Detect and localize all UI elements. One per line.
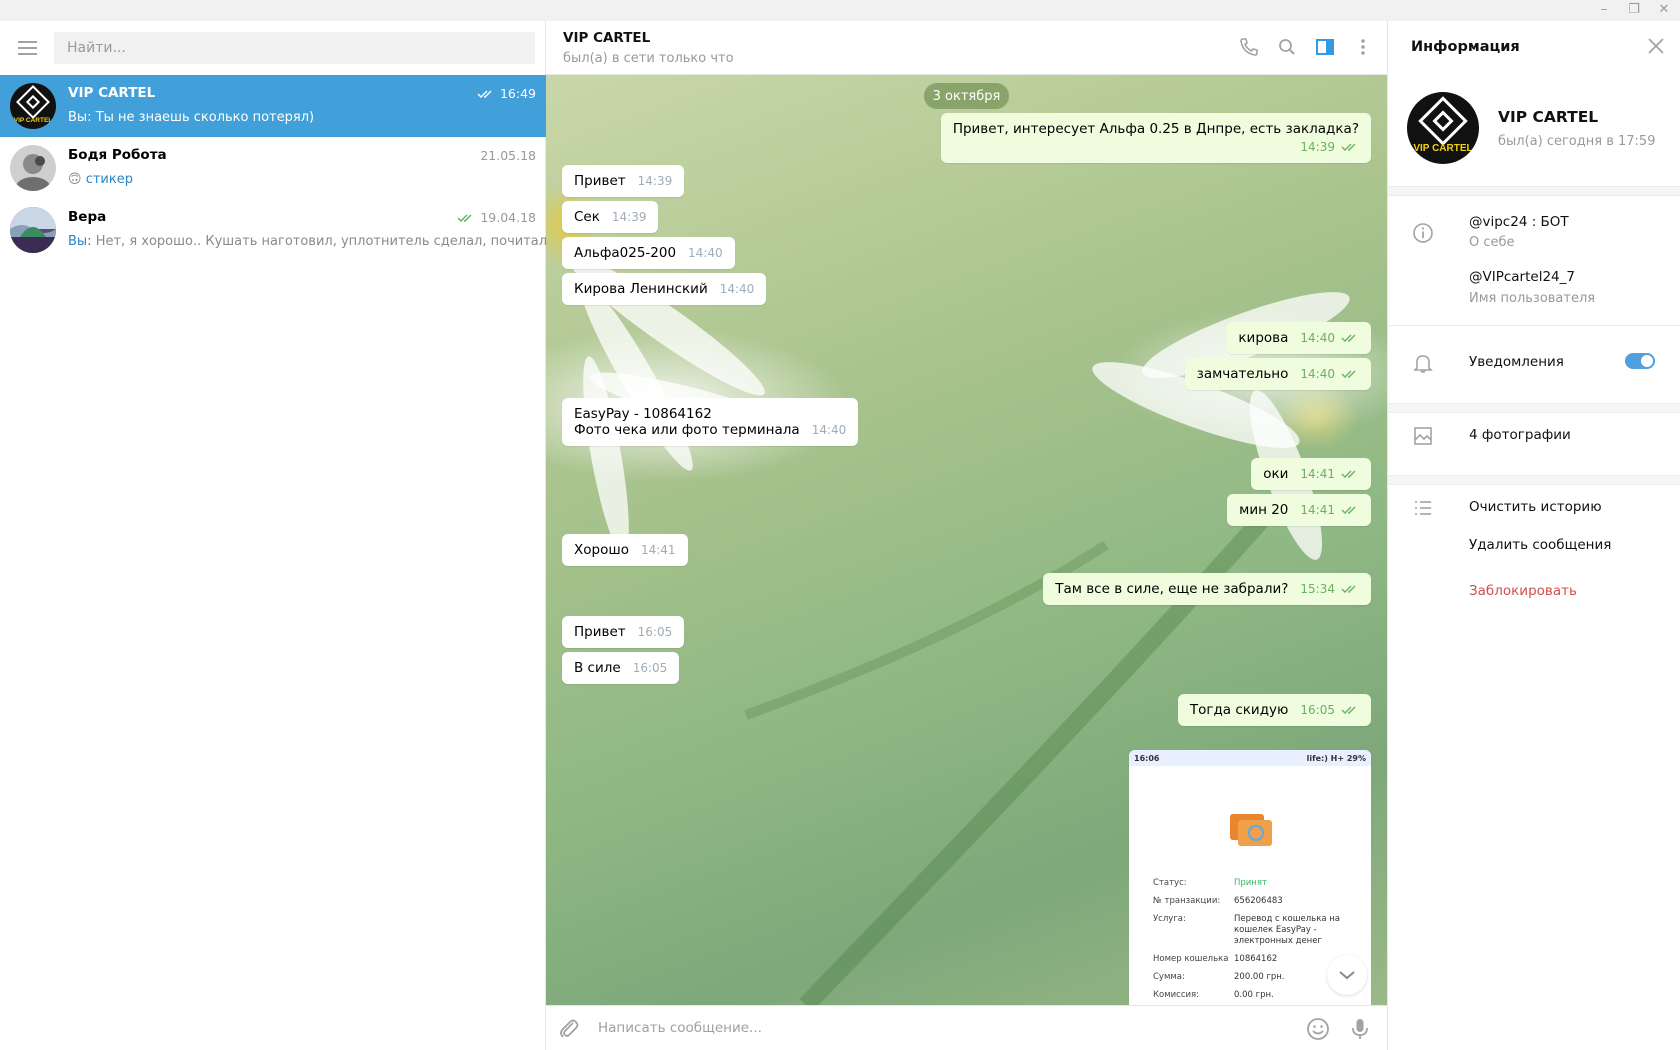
dialog-time: 21.05.18 [480, 148, 536, 163]
list-icon [1415, 501, 1431, 515]
search-input[interactable] [54, 32, 535, 64]
info-panel: Информация VIP CARTEL VIP CARTEL был(а) … [1387, 21, 1680, 1050]
notifications-label: Уведомления [1469, 354, 1564, 370]
message-incoming[interactable]: Привет 16:05 [562, 616, 685, 648]
username-hint: Имя пользователя [1469, 291, 1596, 306]
dialog-item-vip-cartel[interactable]: VIP CARTEL VIP CARTEL 16:49 Вы: Ты не зн… [0, 75, 546, 137]
search-icon[interactable] [1275, 35, 1299, 59]
dialog-name: Бодя Робота [68, 147, 167, 163]
notifications-toggle[interactable] [1625, 353, 1655, 369]
hamburger-menu-icon[interactable] [0, 21, 54, 75]
image-icon [1414, 427, 1432, 445]
compose-bar [546, 1005, 1387, 1050]
delete-messages-button[interactable]: Удалить сообщения [1469, 537, 1611, 553]
chat-status: был(а) в сети только что [563, 51, 734, 66]
phone-icon[interactable] [1237, 35, 1261, 59]
avatar [10, 145, 56, 191]
photos-link[interactable]: 4 фотографии [1469, 427, 1571, 443]
double-check-icon [1341, 370, 1356, 378]
message-incoming[interactable]: Кирова Ленинский 14:40 [562, 273, 767, 305]
message-outgoing[interactable]: оки 14:41 [1251, 458, 1371, 490]
message-outgoing[interactable]: замчательно 14:40 [1184, 358, 1371, 390]
message-incoming[interactable]: Хорошо 14:41 [562, 534, 688, 566]
double-check-icon [1341, 506, 1356, 514]
dialog-last-message: Вы: Ты не знаешь сколько потерял) [68, 110, 315, 125]
double-check-icon [477, 90, 492, 98]
chat-messages[interactable]: 3 октября Привет, интересует Альфа 0.25 … [546, 75, 1387, 1005]
dialog-last-message: 🙃 стикер [68, 172, 133, 187]
avatar[interactable]: VIP CARTEL [1407, 92, 1479, 164]
scroll-down-button[interactable] [1327, 955, 1367, 995]
dialog-name: Вера [68, 209, 107, 225]
message-outgoing[interactable]: мин 20 14:41 [1227, 494, 1371, 526]
minimize-icon[interactable]: – [1596, 2, 1612, 18]
dialogs-sidebar: VIP CARTEL VIP CARTEL 16:49 Вы: Ты не зн… [0, 21, 548, 1050]
bio-hint: О себе [1469, 235, 1515, 250]
svg-text:VIP CARTEL: VIP CARTEL [14, 117, 53, 124]
avatar: VIP CARTEL [10, 83, 56, 129]
bio-text: @vipc24 : БОТ [1469, 214, 1569, 230]
sidebar-toggle-icon[interactable] [1313, 35, 1337, 59]
chat-header: VIP CARTEL был(а) в сети только что [546, 21, 1387, 75]
message-incoming[interactable]: EasyPay - 10864162 Фото чека или фото те… [562, 398, 859, 446]
chat-area: VIP CARTEL был(а) в сети только что 3 ок… [546, 21, 1387, 1050]
double-check-icon [1341, 470, 1356, 478]
close-window-icon[interactable]: ✕ [1656, 2, 1672, 18]
double-check-icon [1341, 706, 1356, 714]
avatar [10, 207, 56, 253]
dialog-list: VIP CARTEL VIP CARTEL 16:49 Вы: Ты не зн… [0, 75, 548, 261]
wallet-icon [1230, 814, 1272, 846]
message-input[interactable] [598, 1014, 1278, 1042]
dialog-time: 16:49 [499, 86, 536, 101]
clear-history-button[interactable]: Очистить историю [1469, 499, 1602, 515]
dialog-last-message: Вы: Нет, я хорошо.. Кушать наготовил, уп… [68, 234, 548, 249]
username-text[interactable]: @VIPcartel24_7 [1469, 269, 1575, 285]
dialog-time: 19.04.18 [480, 210, 536, 225]
chevron-down-icon [1339, 971, 1355, 980]
panel-title: Информация [1411, 39, 1520, 55]
microphone-icon[interactable] [1347, 1016, 1373, 1042]
profile-status: был(а) сегодня в 17:59 [1498, 134, 1656, 149]
close-icon[interactable] [1646, 36, 1666, 56]
double-check-icon [457, 214, 472, 222]
date-separator: 3 октября [924, 83, 1009, 109]
message-outgoing[interactable]: Там все в силе, еще не забрали? 15:34 [1043, 573, 1371, 605]
message-incoming[interactable]: Привет 14:39 [562, 165, 685, 197]
message-outgoing[interactable]: Тогда скидую 16:05 [1177, 694, 1371, 726]
bell-icon [1413, 355, 1433, 373]
message-incoming[interactable]: Сек 14:39 [562, 201, 659, 233]
dialog-item-vera[interactable]: Вера 19.04.18 Вы: Нет, я хорошо.. Кушать… [0, 199, 548, 261]
message-incoming[interactable]: Альфа025-200 14:40 [562, 237, 735, 269]
dialog-item-bodya-robota[interactable]: Бодя Робота 21.05.18 🙃 стикер [0, 137, 546, 199]
emoji-icon[interactable] [1305, 1016, 1331, 1042]
block-button[interactable]: Заблокировать [1469, 583, 1577, 599]
message-outgoing[interactable]: кирова 14:40 [1226, 322, 1371, 354]
svg-text:VIP CARTEL: VIP CARTEL [1413, 143, 1472, 154]
more-vertical-icon[interactable] [1351, 35, 1375, 59]
profile-name: VIP CARTEL [1498, 108, 1599, 126]
chat-title[interactable]: VIP CARTEL [563, 30, 650, 46]
double-check-icon [1341, 334, 1356, 342]
restore-icon[interactable]: ❐ [1626, 2, 1642, 18]
message-outgoing[interactable]: Привет, интересует Альфа 0.25 в Днпре, е… [940, 113, 1371, 163]
double-check-icon [1341, 585, 1356, 593]
attach-icon[interactable] [556, 1016, 582, 1042]
info-icon [1413, 223, 1433, 243]
double-check-icon [1341, 143, 1356, 151]
window-titlebar: – ❐ ✕ [0, 0, 1680, 21]
dialog-name: VIP CARTEL [68, 85, 156, 101]
emoji-icon: 🙃 [68, 172, 82, 187]
message-incoming[interactable]: В силе 16:05 [562, 652, 680, 684]
